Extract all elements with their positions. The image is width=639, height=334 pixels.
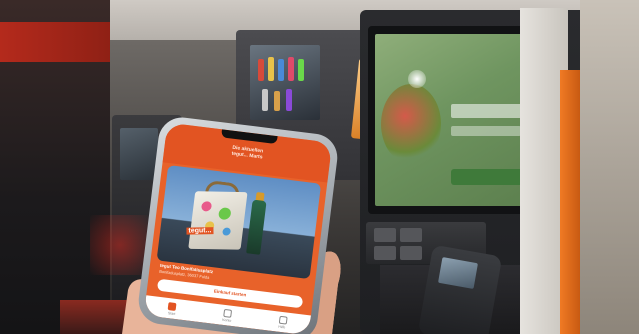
account-icon bbox=[223, 308, 233, 318]
bag-pattern bbox=[222, 227, 232, 236]
panel-button bbox=[400, 246, 422, 260]
tab-label: Start bbox=[167, 310, 176, 316]
red-wall-stripe bbox=[0, 22, 125, 62]
panel-button bbox=[374, 228, 396, 242]
bag-pattern bbox=[218, 207, 232, 220]
vending-shelf-glass bbox=[250, 45, 320, 120]
bottle bbox=[286, 89, 292, 111]
smartphone: Die aktuellen tegut... Marts tegut... te… bbox=[135, 114, 341, 334]
kiosk-screen-bar bbox=[451, 126, 521, 136]
orange-pillar bbox=[560, 70, 580, 334]
right-wall bbox=[580, 0, 639, 334]
home-icon bbox=[168, 301, 178, 311]
bag-pattern bbox=[200, 201, 213, 212]
kiosk-screen-image bbox=[381, 84, 441, 164]
bottle bbox=[278, 59, 284, 81]
help-icon bbox=[278, 315, 288, 325]
bottle bbox=[258, 59, 264, 81]
tab-label: Hilfe bbox=[278, 324, 286, 329]
tab-account[interactable]: Konto bbox=[222, 308, 233, 322]
phone-screen: Die aktuellen tegut... Marts tegut... te… bbox=[143, 122, 333, 334]
bottle bbox=[288, 57, 294, 81]
bottle bbox=[246, 199, 267, 255]
bottle bbox=[274, 91, 280, 111]
panel-button bbox=[374, 246, 396, 260]
bag-logo: tegut... bbox=[186, 227, 214, 235]
bottle bbox=[262, 89, 268, 111]
bottle bbox=[298, 59, 304, 81]
tab-help[interactable]: Hilfe bbox=[278, 315, 288, 329]
background-kiosk-screen bbox=[120, 128, 158, 180]
store-scene: Die aktuellen tegut... Marts tegut... te… bbox=[0, 0, 639, 334]
bottle bbox=[268, 57, 274, 81]
tab-start[interactable]: Start bbox=[167, 301, 178, 316]
tab-label: Konto bbox=[222, 317, 232, 323]
shopping-bag bbox=[188, 191, 248, 250]
card-terminal bbox=[417, 244, 503, 334]
panel-button bbox=[400, 228, 422, 242]
promo-image: tegut... bbox=[156, 165, 322, 280]
light-reflection bbox=[408, 70, 426, 88]
app-headline: Die aktuellen tegut... Marts bbox=[231, 144, 264, 161]
